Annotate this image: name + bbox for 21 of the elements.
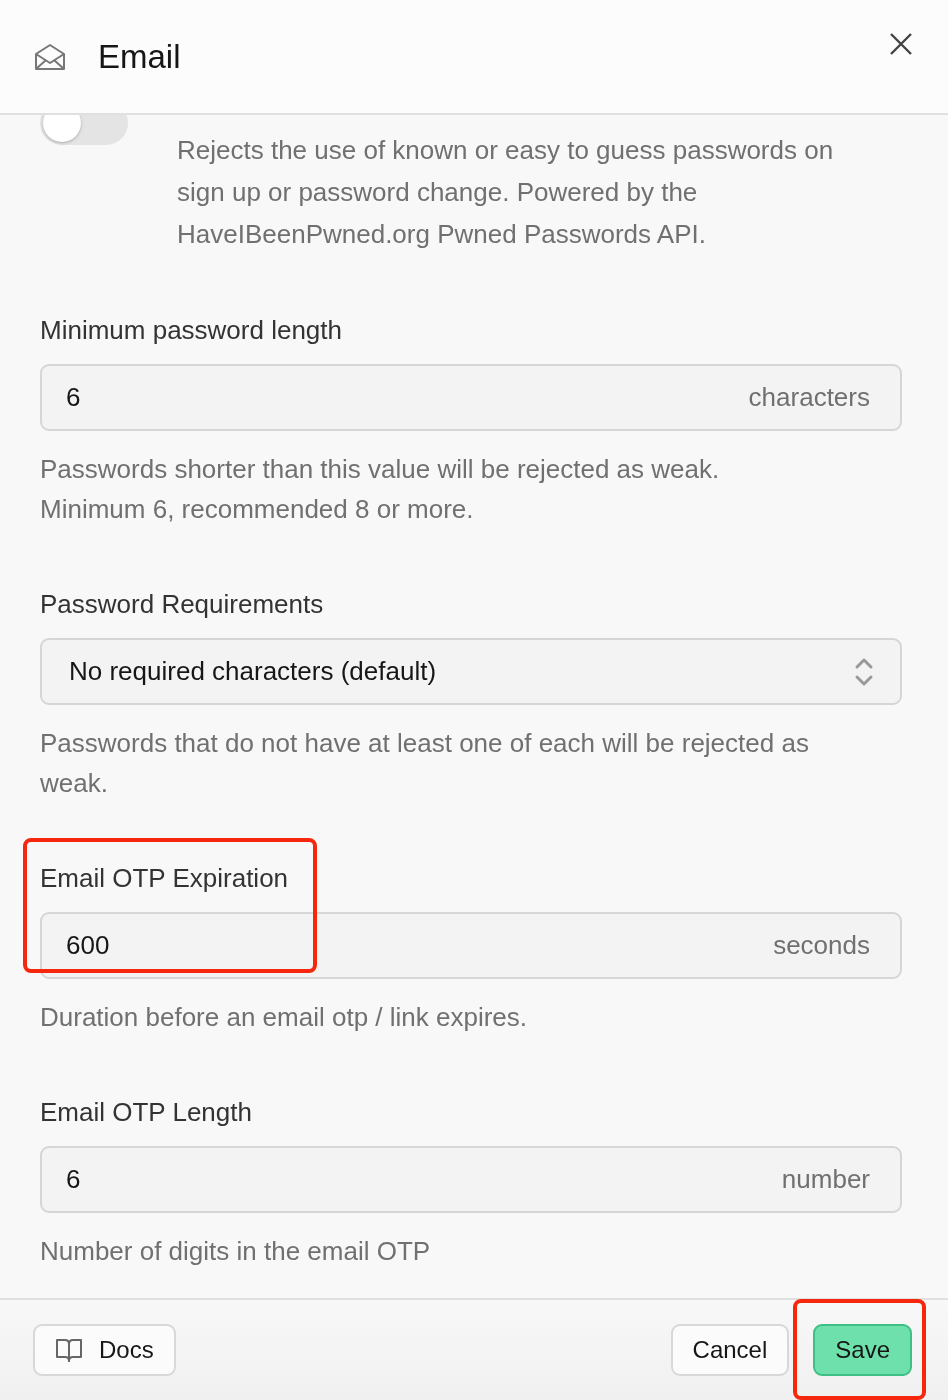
input-field[interactable]: 600 seconds [40, 912, 902, 979]
input-field[interactable]: 6 number [40, 1146, 902, 1213]
book-icon [55, 1337, 83, 1363]
field-help: Passwords that do not have at least one of each will be rejected as weak. [40, 727, 810, 800]
save-button[interactable]: Save [813, 1324, 912, 1376]
docs-button[interactable]: Docs [33, 1324, 176, 1376]
chevron-icon [854, 656, 874, 687]
cancel-button[interactable]: Cancel [670, 1324, 790, 1376]
toggle-description: Rejects the use of known or easy to guess passwords on sign up or password change. Powered by the HaveIBeenPwned.org Pwned Passwords API. [177, 134, 835, 251]
field-label: Password Requirements [40, 588, 324, 621]
field-label: Email OTP Length [40, 1096, 252, 1129]
input-field[interactable]: 6 characters [40, 364, 902, 431]
dialog-title: Email [98, 36, 181, 77]
close-icon[interactable] [888, 30, 914, 57]
field-label: Minimum password length [40, 314, 342, 347]
field-label: Email OTP Expiration [40, 862, 289, 895]
field-help: Passwords shorter than this value will be rejected as weak. Minimum 6, recommended 8 or more. [40, 453, 721, 526]
select-field[interactable]: No required characters (default) [40, 638, 902, 705]
field-help: Number of digits in the email OTP [40, 1235, 432, 1268]
field-help: Duration before an email otp / link expires. [40, 1001, 529, 1034]
mail-icon [34, 42, 66, 71]
